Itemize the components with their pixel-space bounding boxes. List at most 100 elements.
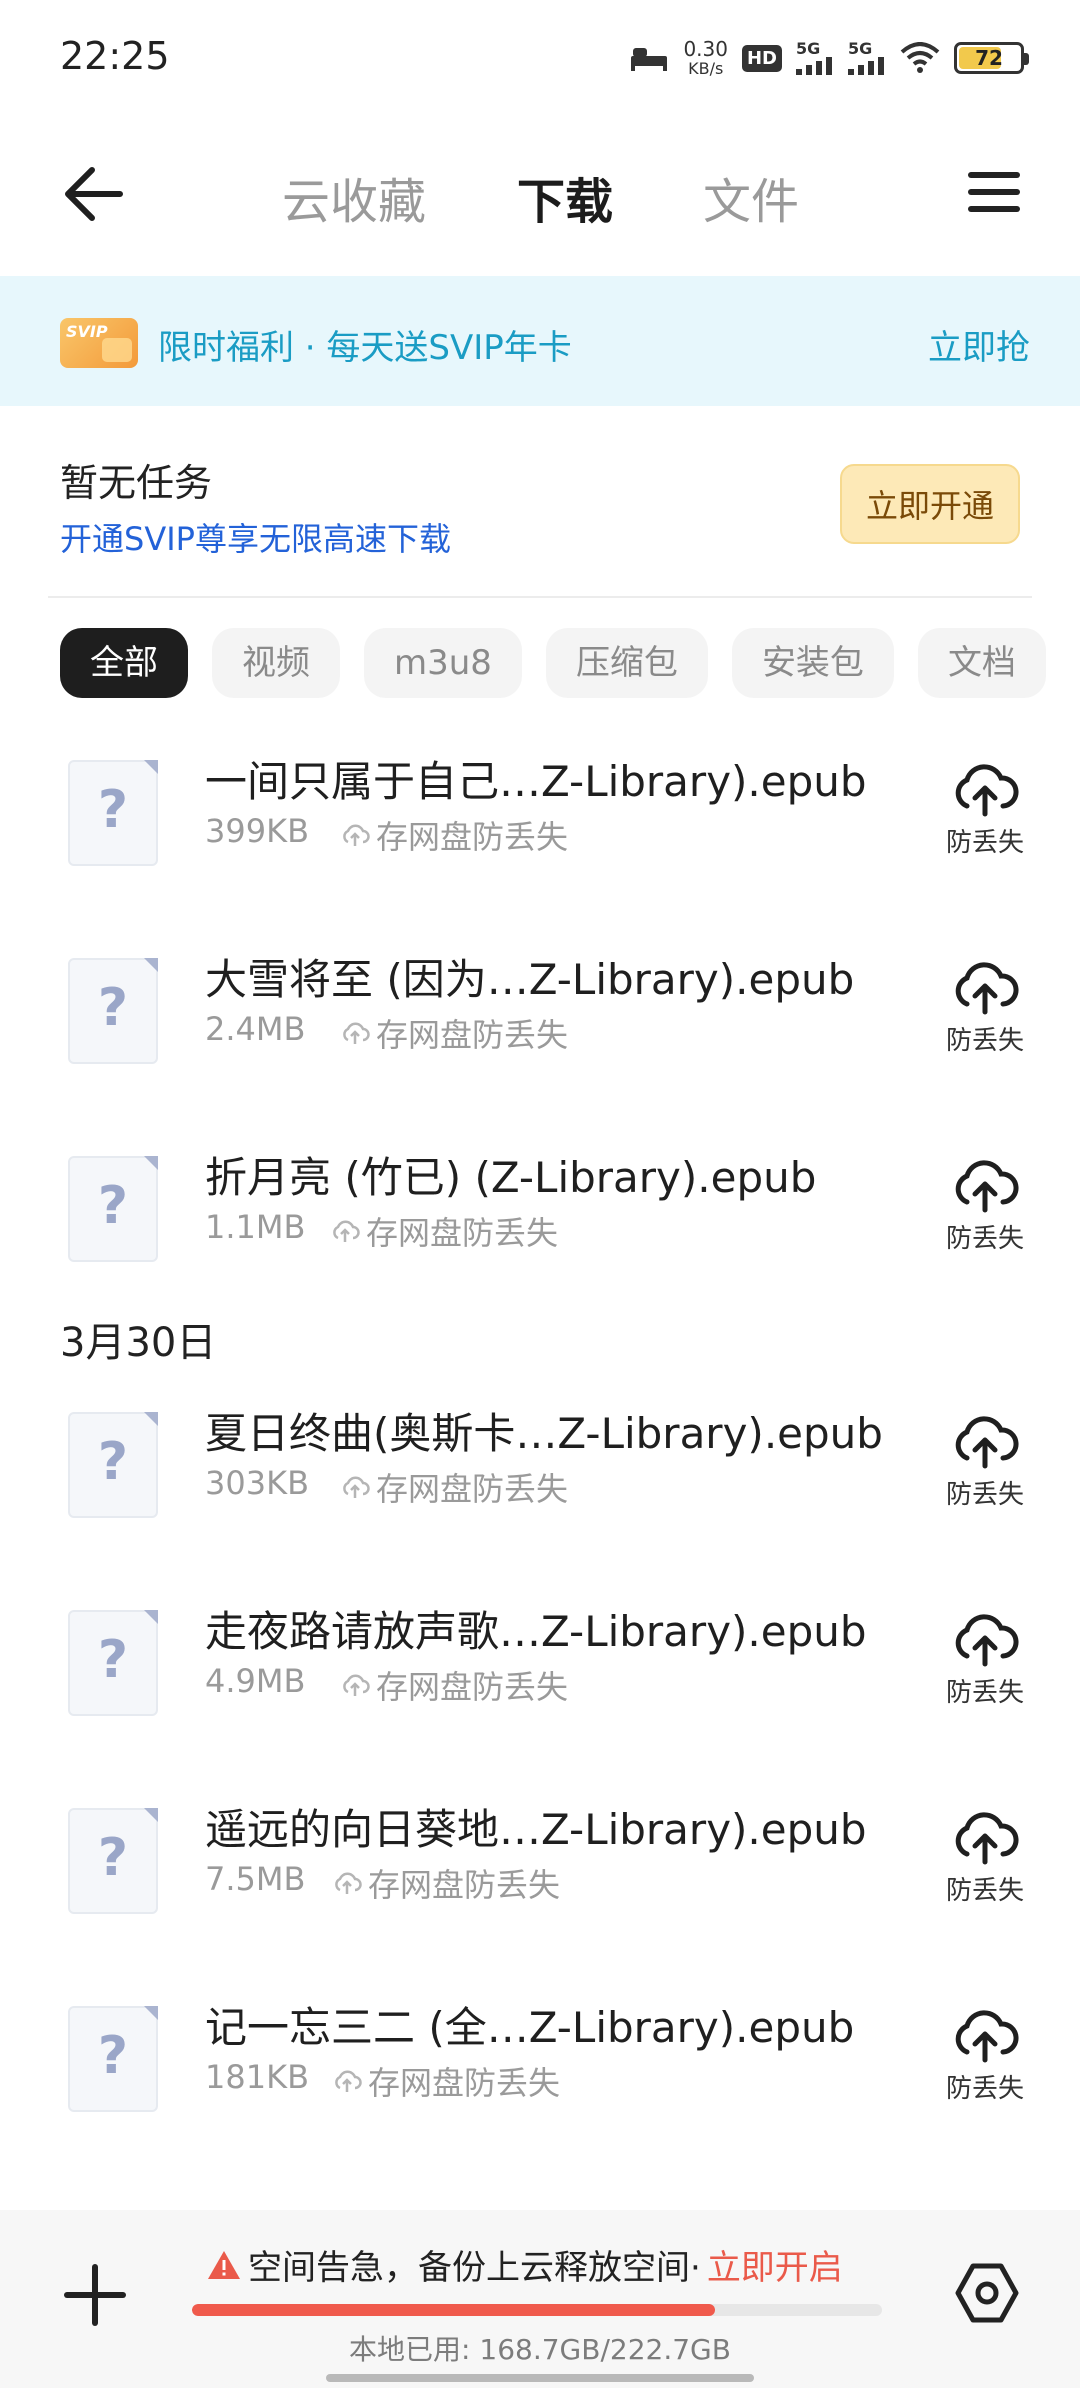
list-item[interactable]: ? 折月亮 (竹已) (Z-Library).epub 1.1MB 存网盘防丢失… bbox=[0, 1134, 1080, 1334]
file-size: 1.1MB bbox=[205, 1208, 306, 1246]
file-name: 走夜路请放声歌…Z-Library).epub bbox=[205, 1607, 867, 1656]
promo-banner[interactable]: SVIP 限时福利 · 每天送SVIP年卡 立即抢 bbox=[0, 276, 1080, 406]
promo-grab-button[interactable]: 立即抢 bbox=[928, 320, 1030, 369]
backup-button-label: 防丢失 bbox=[945, 1678, 1024, 1708]
sim2-network-type: 5G bbox=[848, 39, 873, 58]
svip-upsell-link[interactable]: 开通SVIP尊享无限高速下载 bbox=[60, 514, 451, 560]
file-size: 2.4MB bbox=[205, 1010, 306, 1048]
menu-button[interactable] bbox=[968, 164, 1020, 220]
battery-icon: 72 bbox=[954, 42, 1029, 74]
list-item[interactable]: ? 一间只属于自己…Z-Library).epub 399KB 存网盘防丢失 防… bbox=[0, 738, 1080, 938]
back-button[interactable] bbox=[60, 158, 132, 230]
file-size: 4.9MB bbox=[205, 1662, 306, 1700]
status-icons: 0.30 KB/s HD 5G 5G 72 bbox=[629, 36, 1029, 80]
file-name: 一间只属于自己…Z-Library).epub bbox=[205, 757, 867, 806]
tab-files[interactable]: 文件 bbox=[703, 162, 799, 232]
list-item[interactable]: ? 遥远的向日葵地…Z-Library).epub 7.5MB 存网盘防丢失 防… bbox=[0, 1786, 1080, 1986]
file-size: 181KB bbox=[205, 2058, 310, 2096]
unknown-file-icon: ? bbox=[68, 1610, 158, 1716]
tab-downloads[interactable]: 下载 bbox=[517, 162, 613, 232]
settings-button[interactable] bbox=[954, 2260, 1020, 2326]
file-name: 遥远的向日葵地…Z-Library).epub bbox=[205, 1805, 867, 1854]
small-cloud-icon bbox=[335, 2070, 362, 2092]
warning-icon bbox=[208, 2250, 240, 2279]
signal-sim1: 5G bbox=[796, 41, 834, 75]
backup-button[interactable]: 防丢失 bbox=[930, 1412, 1040, 1532]
filter-chips: 全部 视频 m3u8 压缩包 安装包 文档 bbox=[60, 628, 1080, 700]
storage-warning-text: 空间告急，备份上云释放空间· bbox=[248, 2248, 701, 2288]
backup-hint: 存网盘防丢失 bbox=[340, 1010, 568, 1056]
filter-video[interactable]: 视频 bbox=[212, 628, 340, 698]
list-item[interactable]: ? 记一忘三二 (全…Z-Library).epub 181KB 存网盘防丢失 … bbox=[0, 1984, 1080, 2184]
small-cloud-icon bbox=[343, 1674, 370, 1696]
file-size: 399KB bbox=[205, 812, 310, 850]
svip-badge-text: SVIP bbox=[66, 322, 108, 341]
backup-button[interactable]: 防丢失 bbox=[930, 760, 1040, 880]
cloud-upload-icon bbox=[955, 1416, 1019, 1469]
enable-backup-link[interactable]: 立即开启 bbox=[707, 2240, 843, 2289]
filter-installer[interactable]: 安装包 bbox=[731, 628, 894, 698]
filter-m3u8[interactable]: m3u8 bbox=[364, 628, 522, 698]
hexagon-settings-icon bbox=[955, 2263, 1019, 2323]
backup-hint: 存网盘防丢失 bbox=[340, 812, 568, 858]
backup-hint-text: 存网盘防丢失 bbox=[366, 1214, 559, 1252]
filter-document[interactable]: 文档 bbox=[917, 628, 1046, 698]
cloud-upload-icon bbox=[955, 1812, 1019, 1865]
home-indicator[interactable] bbox=[326, 2374, 754, 2382]
storage-progress-fill bbox=[192, 2304, 715, 2316]
list-item[interactable]: ? 夏日终曲(奥斯卡…Z-Library).epub 303KB 存网盘防丢失 … bbox=[0, 1390, 1080, 1590]
backup-button-label: 防丢失 bbox=[945, 1480, 1024, 1510]
small-cloud-icon bbox=[343, 1476, 370, 1498]
backup-button[interactable]: 防丢失 bbox=[930, 1156, 1040, 1276]
net-speed-unit: KB/s bbox=[688, 59, 724, 78]
open-svip-button[interactable]: 立即开通 bbox=[840, 464, 1020, 544]
backup-button[interactable]: 防丢失 bbox=[930, 958, 1040, 1078]
small-cloud-icon bbox=[343, 824, 370, 846]
backup-hint-text: 存网盘防丢失 bbox=[368, 2064, 561, 2102]
no-task-title: 暂无任务 bbox=[60, 461, 213, 505]
backup-hint: 存网盘防丢失 bbox=[330, 1208, 558, 1254]
filter-archive[interactable]: 压缩包 bbox=[545, 628, 708, 698]
tab-cloud-favorites[interactable]: 云收藏 bbox=[282, 162, 426, 232]
unknown-file-icon: ? bbox=[68, 760, 158, 866]
list-item[interactable]: ? 大雪将至 (因为…Z-Library).epub 2.4MB 存网盘防丢失 … bbox=[0, 936, 1080, 1136]
signal-bars-icon bbox=[848, 57, 884, 75]
backup-button[interactable]: 防丢失 bbox=[930, 1610, 1040, 1730]
backup-hint-text: 存网盘防丢失 bbox=[376, 1470, 569, 1508]
status-bar: 22:25 0.30 KB/s HD 5G 5G 72 bbox=[0, 0, 1080, 118]
file-name: 大雪将至 (因为…Z-Library).epub bbox=[205, 955, 855, 1004]
filter-all[interactable]: 全部 bbox=[60, 628, 188, 698]
cloud-upload-icon bbox=[955, 1614, 1019, 1667]
status-time: 22:25 bbox=[60, 34, 170, 78]
backup-button-label: 防丢失 bbox=[945, 1876, 1024, 1906]
menu-line bbox=[968, 206, 1020, 212]
backup-button-label: 防丢失 bbox=[945, 1224, 1024, 1254]
file-name: 夏日终曲(奥斯卡…Z-Library).epub bbox=[205, 1409, 883, 1458]
bottom-bar: 空间告急，备份上云释放空间· 立即开启 本地已用: 168.7GB/222.7G… bbox=[0, 2210, 1080, 2388]
storage-warning[interactable]: 空间告急，备份上云释放空间· 立即开启 bbox=[206, 2240, 843, 2289]
backup-button[interactable]: 防丢失 bbox=[930, 1808, 1040, 1928]
header: 云收藏 下载 文件 bbox=[0, 118, 1080, 276]
backup-hint: 存网盘防丢失 bbox=[340, 1662, 568, 1708]
unknown-file-icon: ? bbox=[68, 2006, 158, 2112]
battery-level: 72 bbox=[975, 46, 1003, 70]
signal-sim2: 5G bbox=[848, 41, 886, 75]
divider bbox=[48, 596, 1032, 598]
unknown-file-icon: ? bbox=[68, 1156, 158, 1262]
backup-button-label: 防丢失 bbox=[945, 2074, 1024, 2104]
hd-badge: HD bbox=[741, 44, 782, 72]
sim1-network-type: 5G bbox=[796, 39, 821, 58]
file-size: 303KB bbox=[205, 1464, 310, 1502]
storage-progress-bar bbox=[192, 2304, 882, 2316]
backup-hint: 存网盘防丢失 bbox=[332, 2058, 560, 2104]
backup-button[interactable]: 防丢失 bbox=[930, 2006, 1040, 2126]
unknown-file-icon: ? bbox=[68, 1808, 158, 1914]
menu-line bbox=[968, 189, 1020, 195]
list-item[interactable]: ? 走夜路请放声歌…Z-Library).epub 4.9MB 存网盘防丢失 防… bbox=[0, 1588, 1080, 1788]
cloud-upload-icon bbox=[955, 764, 1019, 817]
unknown-file-icon: ? bbox=[68, 958, 158, 1064]
add-button[interactable] bbox=[60, 2260, 130, 2330]
wifi-icon bbox=[900, 42, 940, 73]
net-speed-value: 0.30 bbox=[683, 37, 728, 61]
backup-hint: 存网盘防丢失 bbox=[340, 1464, 568, 1510]
